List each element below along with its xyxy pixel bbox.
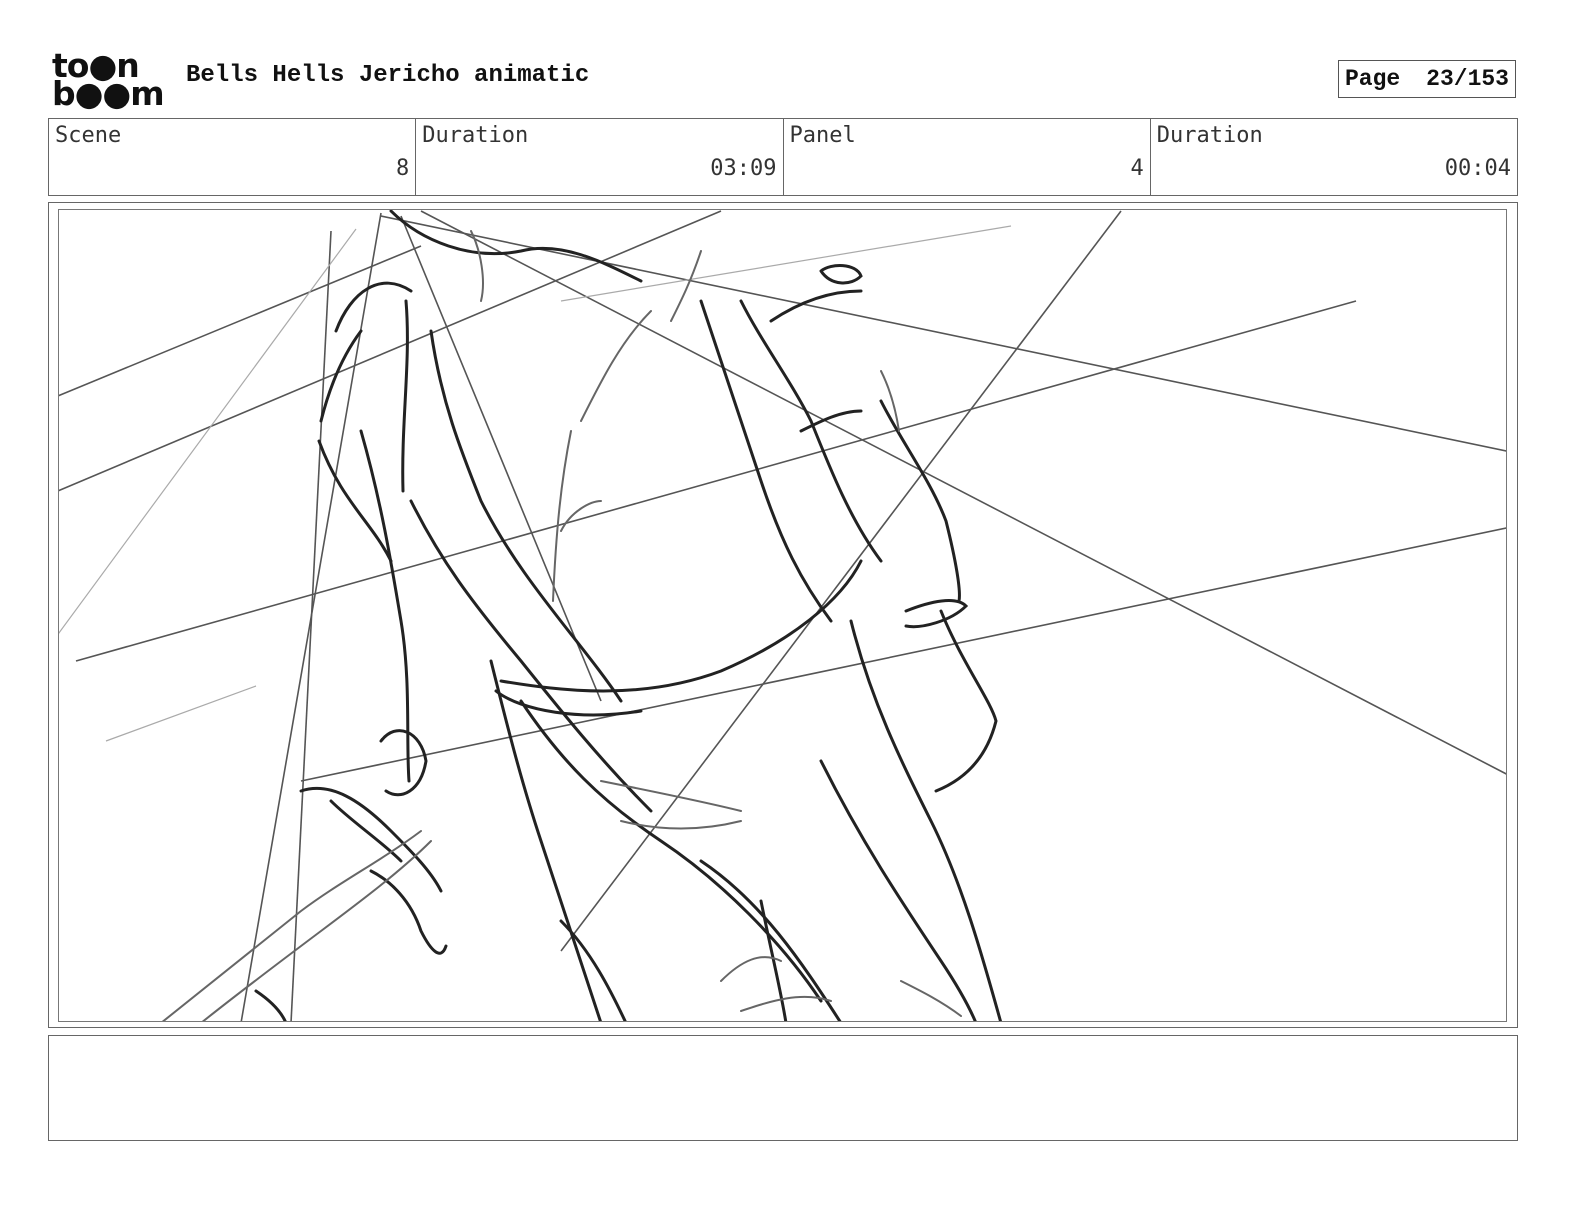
page-label: Page: [1345, 66, 1401, 92]
sketch-drawing: [59, 210, 1506, 1021]
figure-strokes: [254, 210, 1003, 1021]
panel-value: 4: [1130, 156, 1144, 181]
panel-notes-box: [48, 1035, 1518, 1141]
scene-duration-value: 03:09: [710, 156, 777, 181]
scene-duration-label: Duration: [422, 123, 529, 148]
toonboom-logo: to●n b●●m: [52, 49, 165, 113]
panel-duration-cell: Duration 00:04: [1151, 119, 1517, 195]
panel-label: Panel: [789, 123, 856, 148]
scene-duration-cell: Duration 03:09: [416, 119, 784, 195]
scene-value: 8: [396, 156, 410, 181]
page-indicator: Page 23/153: [1338, 60, 1516, 98]
scene-cell: Scene 8: [49, 119, 417, 195]
panel-drawing: [58, 209, 1507, 1022]
scene-label: Scene: [55, 123, 122, 148]
faint-lines: [59, 225, 1012, 742]
project-title: Bells Hells Jericho animatic: [186, 62, 590, 89]
panel-info-table: Scene 8 Duration 03:09 Panel 4 Duration …: [48, 118, 1518, 196]
panel-duration-value: 00:04: [1444, 156, 1511, 181]
perspective-lines: [59, 210, 1506, 1021]
page-number: 23/153: [1426, 66, 1509, 92]
panel-duration-label: Duration: [1156, 123, 1263, 148]
panel-cell: Panel 4: [784, 119, 1151, 195]
logo-bottom-text: b●●m: [52, 74, 165, 113]
